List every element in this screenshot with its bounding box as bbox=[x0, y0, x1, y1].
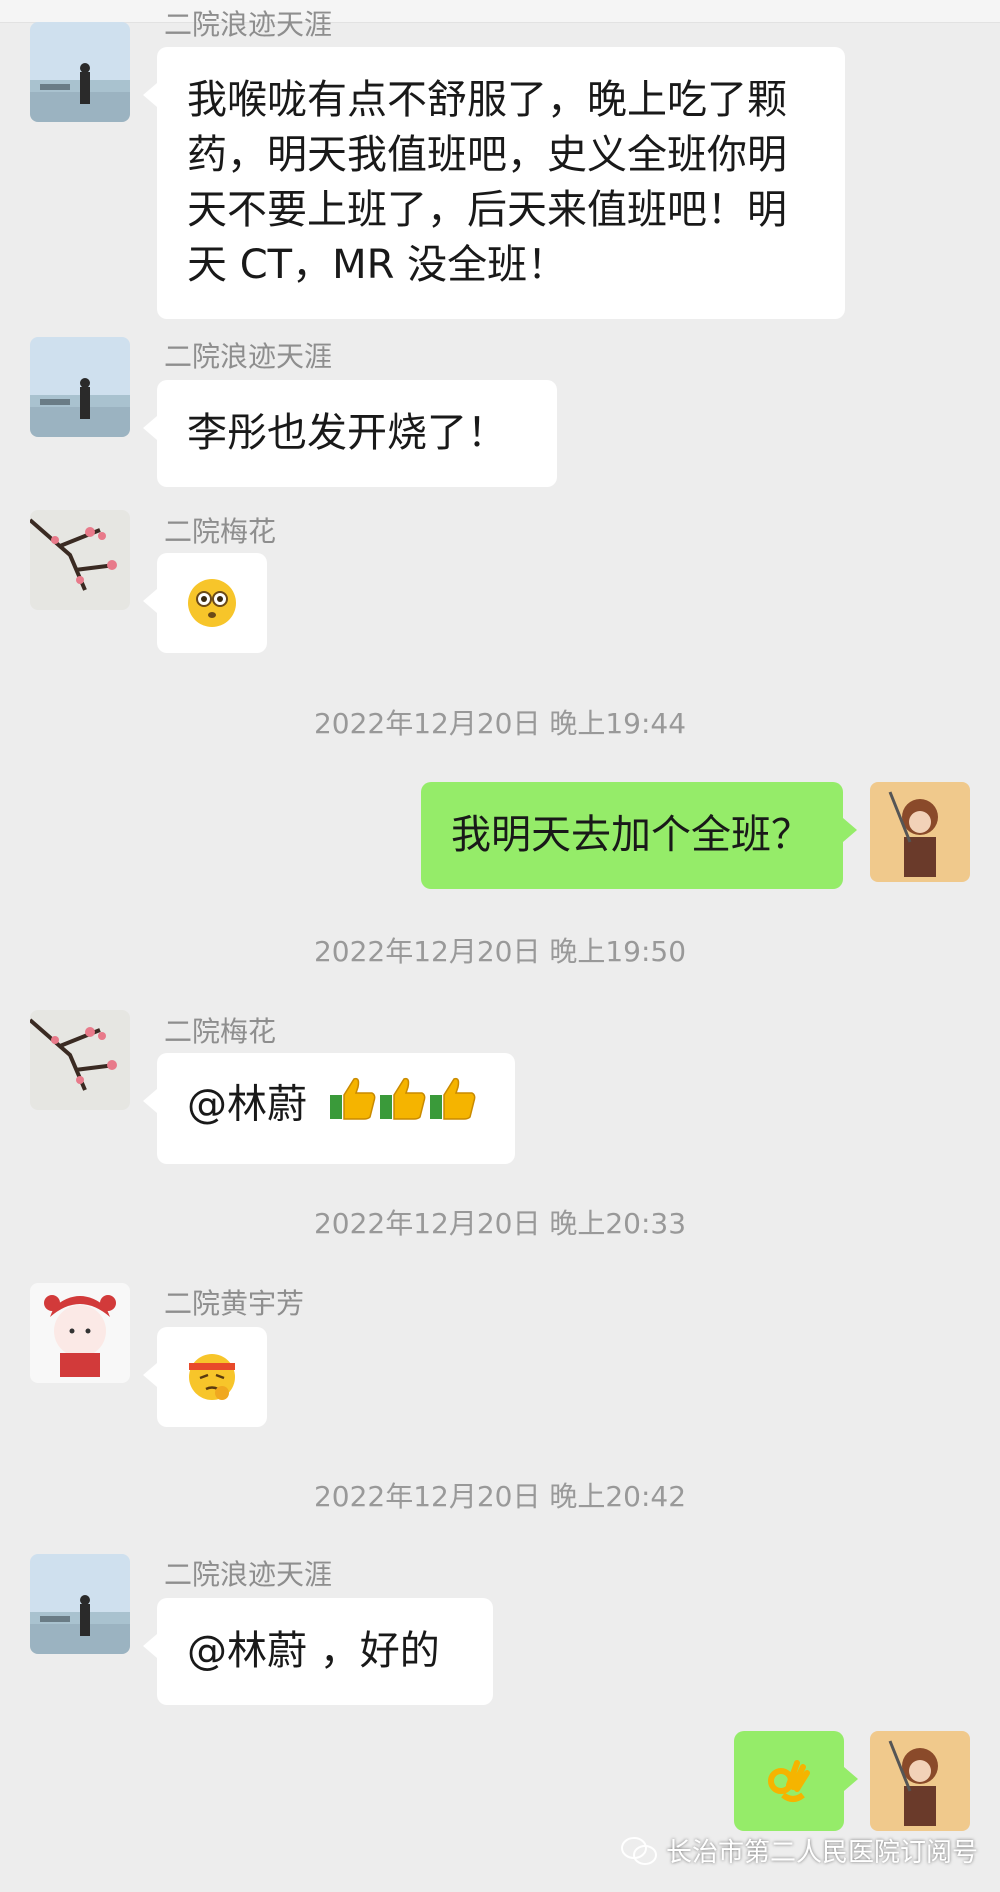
message-text: 李彤也发开烧了！ bbox=[187, 410, 507, 456]
avatar-meihua[interactable] bbox=[30, 510, 130, 610]
sender-name: 二院黄宇芳 bbox=[164, 1287, 305, 1320]
timestamp: 2022年12月20日 晚上19:50 bbox=[313, 935, 687, 968]
sender-name: 二院梅花 bbox=[164, 515, 277, 548]
message-text: @林蔚 ，好的 bbox=[187, 1628, 440, 1674]
flushed-face-icon bbox=[188, 579, 236, 627]
avatar-langjitianya[interactable] bbox=[30, 1554, 130, 1654]
sender-name: 二院浪迹天涯 bbox=[164, 1558, 333, 1591]
message-text: 我明天去加个全班？ bbox=[451, 812, 811, 858]
message-text-line: 药，明天我值班吧，史义全班你明 bbox=[187, 132, 787, 178]
headband-thinking-face-icon bbox=[189, 1354, 235, 1400]
message-bubble[interactable] bbox=[734, 1731, 858, 1831]
watermark-text: 长治市第二人民医院订阅号 bbox=[666, 1838, 979, 1868]
timestamp: 2022年12月20日 晚上20:42 bbox=[313, 1480, 687, 1513]
avatar-langjitianya[interactable] bbox=[30, 337, 130, 437]
message-bubble[interactable]: 我明天去加个全班？ bbox=[421, 782, 857, 889]
message-bubble[interactable]: 李彤也发开烧了！ bbox=[143, 380, 557, 487]
watermark: 长治市第二人民医院订阅号 bbox=[620, 1832, 978, 1869]
message-bubble[interactable]: @林蔚 bbox=[143, 1053, 515, 1164]
sender-name: 二院梅花 bbox=[164, 1015, 277, 1048]
message-text-line: 天 CT，MR 没全班！ bbox=[187, 242, 568, 288]
avatar-meihua[interactable] bbox=[30, 1010, 130, 1110]
timestamp: 2022年12月20日 晚上19:44 bbox=[313, 707, 687, 740]
avatar-self[interactable] bbox=[870, 782, 970, 882]
message-bubble[interactable]: 我喉咙有点不舒服了，晚上吃了颗 药，明天我值班吧，史义全班你明 天不要上班了，后… bbox=[143, 47, 845, 319]
avatar-langjitianya[interactable] bbox=[30, 22, 130, 122]
message-bubble[interactable]: @林蔚 ，好的 bbox=[143, 1598, 493, 1705]
sender-name: 二院浪迹天涯 bbox=[164, 8, 333, 41]
message-text-line: 天不要上班了，后天来值班吧！明 bbox=[187, 187, 787, 233]
top-divider bbox=[0, 0, 1000, 23]
ok-hand-icon bbox=[768, 1760, 810, 1802]
avatar-self[interactable] bbox=[870, 1731, 970, 1831]
sender-name: 二院浪迹天涯 bbox=[164, 340, 333, 373]
mention-text[interactable]: @林蔚 bbox=[187, 1082, 307, 1128]
avatar-huangyufang[interactable] bbox=[30, 1283, 130, 1383]
wechat-logo-icon bbox=[621, 1836, 657, 1865]
message-text-line: 我喉咙有点不舒服了，晚上吃了颗 bbox=[187, 77, 787, 123]
thumbs-up-icon bbox=[328, 1075, 478, 1138]
message-bubble[interactable] bbox=[143, 553, 267, 653]
timestamp: 2022年12月20日 晚上20:33 bbox=[313, 1207, 687, 1240]
message-bubble[interactable] bbox=[143, 1327, 267, 1427]
